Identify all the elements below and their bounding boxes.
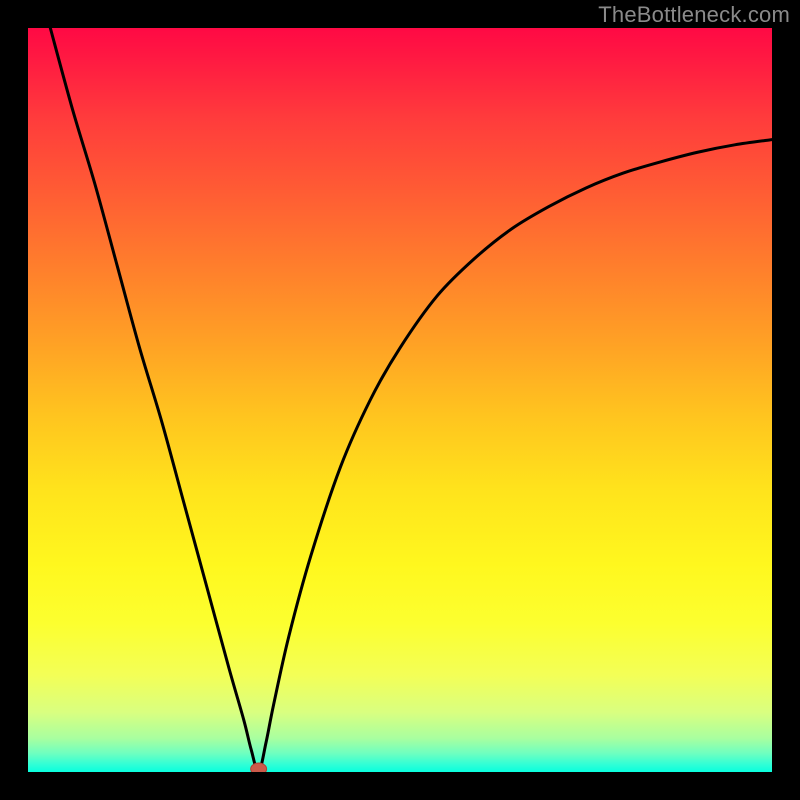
plot-area xyxy=(28,28,772,772)
watermark-text: TheBottleneck.com xyxy=(598,2,790,28)
minimum-marker xyxy=(251,763,267,772)
chart-container: TheBottleneck.com xyxy=(0,0,800,800)
curve-svg xyxy=(28,28,772,772)
bottleneck-curve xyxy=(50,28,772,772)
